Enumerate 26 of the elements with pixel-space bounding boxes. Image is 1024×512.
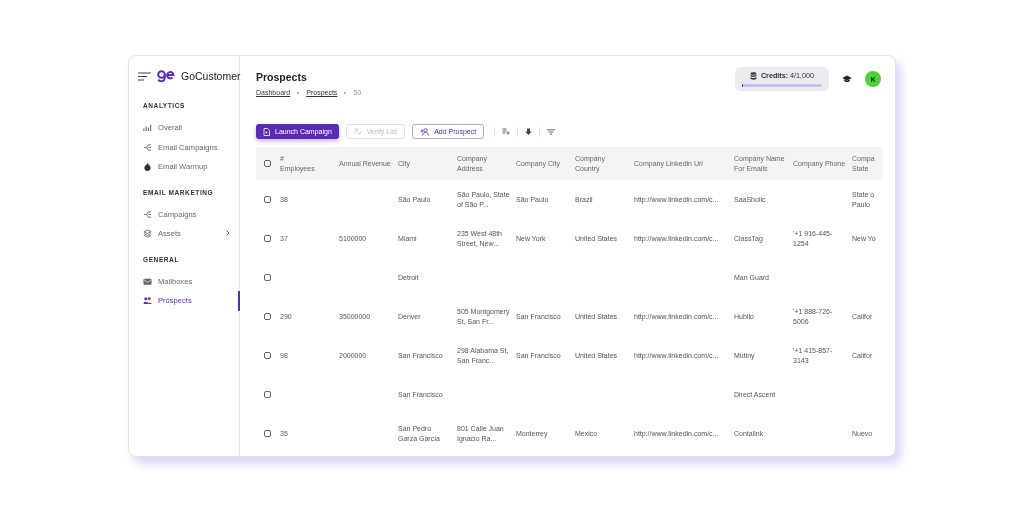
- add-column-icon[interactable]: [502, 128, 511, 135]
- menu-icon[interactable]: [138, 71, 151, 81]
- nav-icon: [143, 296, 152, 306]
- row-checkbox[interactable]: [264, 391, 271, 398]
- nav-icon: [143, 209, 152, 219]
- row-checkbox[interactable]: [264, 313, 271, 320]
- download-icon[interactable]: [525, 127, 533, 136]
- document-icon: [263, 127, 270, 136]
- checklist-icon: [353, 128, 362, 135]
- nav-icon: [143, 142, 152, 152]
- row-checkbox[interactable]: [264, 352, 271, 359]
- row-checkbox[interactable]: [264, 196, 271, 203]
- database-icon: [749, 71, 757, 80]
- row-checkbox[interactable]: [264, 274, 271, 281]
- row-checkbox[interactable]: [264, 235, 271, 242]
- nav-icon: [143, 229, 152, 239]
- nav-icon: [143, 276, 152, 286]
- select-all-checkbox[interactable]: [264, 160, 271, 167]
- nav-icon: [143, 123, 152, 133]
- page-title: Prospects: [256, 71, 308, 83]
- filter-icon[interactable]: [547, 128, 556, 135]
- row-checkbox[interactable]: [264, 430, 271, 437]
- logo-icon: [157, 70, 175, 82]
- nav-icon: [143, 162, 152, 172]
- brand-name: GoCustomer: [181, 70, 241, 82]
- graduation-cap-icon[interactable]: [842, 75, 852, 83]
